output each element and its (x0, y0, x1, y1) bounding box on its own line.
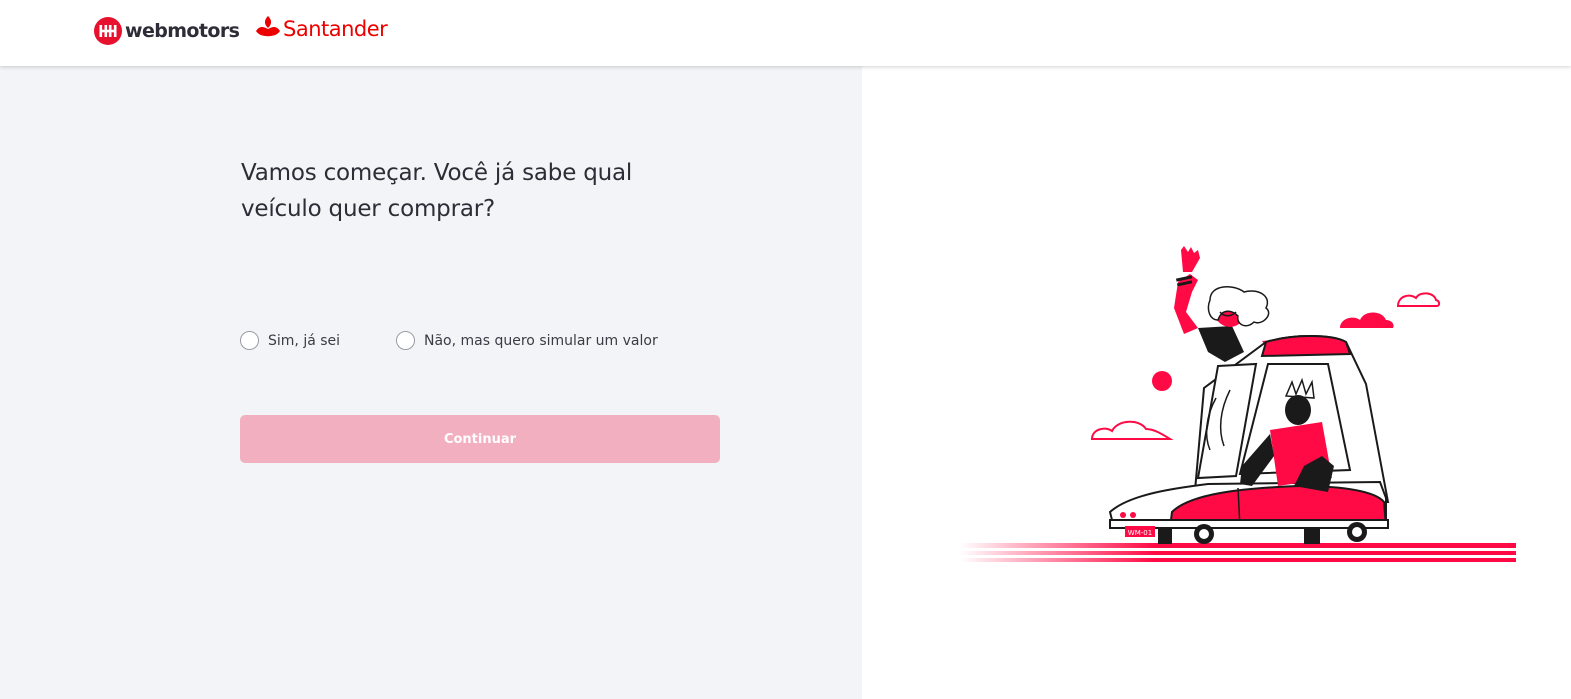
option-no-simulate[interactable]: Não, mas quero simular um valor (396, 331, 658, 350)
webmotors-logo-icon (94, 17, 122, 45)
speed-lines (960, 543, 1516, 562)
option-yes[interactable]: Sim, já sei (240, 331, 340, 350)
top-header: webmotors Santander (0, 0, 1571, 66)
santander-logo[interactable]: Santander (255, 14, 388, 44)
option-yes-label: Sim, já sei (268, 332, 341, 349)
continue-button[interactable]: Continuar (240, 415, 720, 463)
sun (1152, 371, 1172, 391)
license-plate-text: WM-01 (1128, 529, 1152, 537)
santander-logo-text: Santander (283, 17, 388, 41)
car-illustration: WM-01 (960, 246, 1516, 562)
radio-icon[interactable] (396, 331, 415, 350)
cloud-left (1090, 420, 1174, 440)
webmotors-logo[interactable]: webmotors (94, 17, 240, 45)
santander-flame-icon (255, 15, 281, 44)
page-question: Vamos começar. Você já sabe qual veículo… (241, 160, 633, 222)
webmotors-logo-text: webmotors (125, 20, 240, 42)
woman-waving (1174, 246, 1270, 362)
radio-icon[interactable] (240, 331, 259, 350)
cloud-small-right (1396, 292, 1441, 307)
cloud-filled-right (1340, 312, 1394, 328)
option-no-label: Não, mas quero simular um valor (424, 332, 658, 349)
